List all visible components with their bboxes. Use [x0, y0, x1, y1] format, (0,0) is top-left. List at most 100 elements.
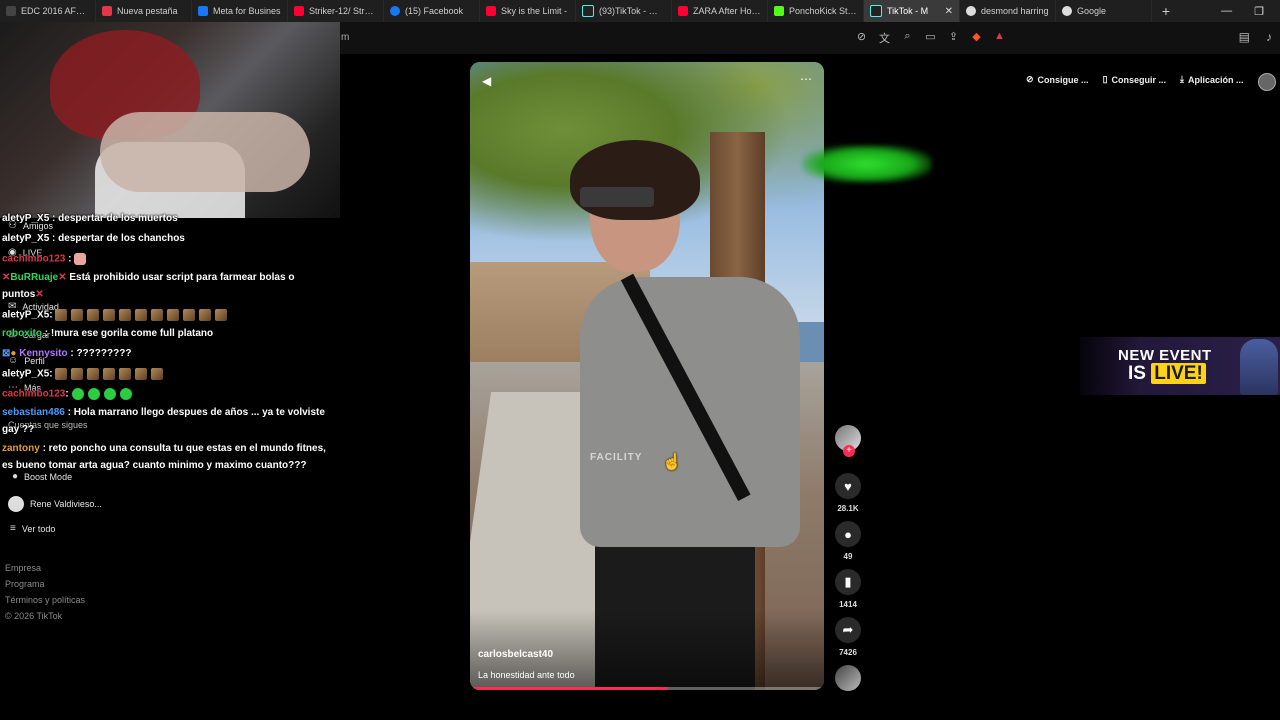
following-item[interactable]: ● Boost Mode: [12, 471, 72, 482]
footer-link[interactable]: Empresa: [5, 563, 41, 573]
video-author[interactable]: carlosbelcast40: [478, 649, 553, 660]
get-app-button[interactable]: ▯ Conseguir ...: [1103, 74, 1166, 85]
brave-rewards-icon[interactable]: ▲: [992, 30, 1007, 46]
tab-title: ZARA After Hours: [693, 6, 761, 16]
chat-text: :: [49, 368, 53, 380]
emote-icon: [103, 368, 116, 380]
browser-tab[interactable]: PonchoKick Strea: [768, 0, 864, 22]
close-tab-icon[interactable]: ✕: [945, 6, 953, 17]
browser-tab[interactable]: Google: [1056, 0, 1152, 22]
get-coins-button[interactable]: ⊘ Consigue ...: [1026, 74, 1089, 85]
zoom-icon[interactable]: ⌕: [900, 30, 915, 46]
video-person-hair: [570, 140, 700, 220]
emote-icon: [55, 309, 68, 321]
music-disc-icon[interactable]: [835, 665, 861, 691]
desktop-app-button[interactable]: ⤓ Aplicación ...: [1180, 74, 1244, 85]
emote-icon: [55, 368, 68, 380]
like-button[interactable]: ♥ 28.1K: [833, 473, 863, 513]
browser-tab[interactable]: ZARA After Hours: [672, 0, 768, 22]
emote-icon: [119, 309, 132, 321]
tab-title: (93)TikTok - Mak: [599, 6, 665, 16]
chat-message: roboxito : !mura ese gorila come full pl…: [2, 328, 213, 339]
tab-title: Sky is the Limit -: [501, 6, 568, 16]
browser-tab[interactable]: Striker-12/ Street: [288, 0, 384, 22]
following-item-label: Boost Mode: [24, 471, 73, 482]
footer-link[interactable]: Términos y políticas: [5, 595, 85, 605]
video-player[interactable]: FACILITY ◀ ⋯ carlosbelcast40 La honestid…: [470, 62, 824, 690]
video-caption: La honestidad ante todo: [478, 670, 575, 680]
chat-message: puntos✕: [2, 289, 44, 300]
x-badge-icon: ✕: [58, 272, 67, 283]
browser-tab[interactable]: Sky is the Limit -: [480, 0, 576, 22]
save-button[interactable]: ▮ 1414: [833, 569, 863, 609]
browser-tab[interactable]: (15) Facebook: [384, 0, 480, 22]
browser-tab-active[interactable]: TikTok - M ✕: [864, 0, 960, 22]
footer-link[interactable]: Programa: [5, 579, 45, 589]
see-all-label: Ver todo: [21, 523, 56, 534]
mouse-cursor-icon: ☝: [662, 454, 682, 471]
tab-favicon-icon: [102, 6, 112, 16]
browser-tab[interactable]: (93)TikTok - Mak: [576, 0, 672, 22]
avatar: ●: [12, 471, 19, 482]
emote-icon: [87, 388, 100, 400]
browser-tab[interactable]: EDC 2016 AFTER: [0, 0, 96, 22]
sidebar-toggle-icon[interactable]: ▤: [1239, 30, 1250, 44]
emote-icon: [119, 388, 132, 400]
video-progress-fill: [470, 687, 669, 690]
tiktok-icon: [870, 5, 882, 17]
video-progress-bar[interactable]: [470, 687, 824, 690]
emote-icon: [135, 309, 148, 321]
chat-message: es bueno tomar arta agua? cuanto minimo …: [2, 460, 307, 471]
minimize-icon[interactable]: —: [1221, 5, 1232, 18]
user-avatar[interactable]: [1258, 73, 1276, 91]
new-tab-button[interactable]: +: [1152, 3, 1180, 19]
follow-plus-icon[interactable]: +: [843, 445, 855, 457]
chat-username: sebastian486: [2, 407, 65, 418]
translate-icon[interactable]: 文: [877, 30, 892, 46]
more-options-icon[interactable]: ⋯: [800, 72, 812, 86]
share-button[interactable]: ➦ 7426: [833, 617, 863, 657]
chat-text: :: [65, 388, 69, 400]
volume-icon[interactable]: ◀: [482, 74, 491, 88]
chat-text: gay ??: [2, 424, 35, 435]
cast-icon[interactable]: ▭: [923, 30, 938, 46]
coin-icon: ⊘: [1026, 74, 1034, 84]
author-avatar[interactable]: +: [835, 425, 861, 457]
action-rail: + ♥ 28.1K ● 49 ▮ 1414 ➦ 7426: [833, 425, 863, 657]
emote-icon: [71, 368, 84, 380]
google-icon: [966, 6, 976, 16]
url-text[interactable]: m: [341, 32, 349, 43]
emote-icon: [183, 309, 196, 321]
header-button-label: Conseguir ...: [1111, 74, 1167, 85]
mute-icon[interactable]: ⊘: [854, 30, 869, 46]
facebook-icon: [390, 6, 400, 16]
chat-text: : despertar de los chanchos: [52, 233, 185, 244]
chat-message: ✕BuRRuaje✕ Está prohibido usar script pa…: [2, 272, 294, 283]
brave-shield-icon[interactable]: ◆: [969, 30, 984, 46]
google-icon: [1062, 6, 1072, 16]
share-count: 7426: [839, 648, 857, 657]
browser-tab[interactable]: Meta for Busines: [192, 0, 288, 22]
save-count: 1414: [839, 600, 857, 609]
chat-message: aletyP_X5:: [2, 368, 167, 380]
share-icon[interactable]: ⇪: [946, 30, 961, 46]
browser-tab[interactable]: Nueva pestaña: [96, 0, 192, 22]
like-count: 28.1K: [837, 504, 859, 513]
tab-title: TikTok - M: [887, 6, 929, 16]
profile-menu-icon[interactable]: ♪: [1266, 30, 1272, 44]
emote-icon: [71, 309, 84, 321]
chat-message: zantony : reto poncho una consulta tu qu…: [2, 443, 326, 454]
browser-tab[interactable]: desmond harring: [960, 0, 1056, 22]
chat-username: aletyP_X5: [2, 309, 50, 321]
youtube-icon: [294, 6, 304, 16]
chat-username: BuRRuaje: [10, 272, 59, 283]
comment-button[interactable]: ● 49: [833, 521, 863, 561]
chat-username: aletyP_X5: [2, 233, 50, 244]
kick-icon: [774, 6, 784, 16]
restore-icon[interactable]: ❐: [1254, 5, 1264, 18]
see-all-link[interactable]: ≡ Ver todo: [10, 523, 55, 534]
event-is: IS: [1128, 363, 1146, 384]
following-item[interactable]: Rene Valdivieso...: [8, 496, 102, 512]
tab-title: Meta for Busines: [213, 6, 281, 16]
emote-icon: [135, 368, 148, 380]
